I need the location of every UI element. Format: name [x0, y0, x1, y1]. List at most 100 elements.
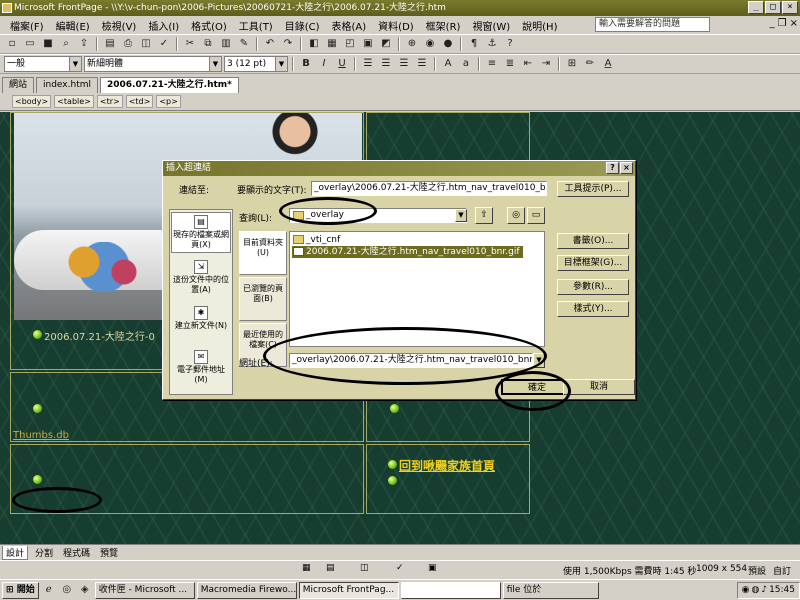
view-split[interactable]: 分割 [32, 546, 56, 559]
decrease-font-icon[interactable]: a [458, 56, 474, 72]
doc-restore-icon[interactable]: ❐ [778, 18, 787, 29]
taskbar-item-frontpage[interactable]: Microsoft FrontPag... [298, 581, 399, 599]
borders-icon[interactable]: ⊞ [564, 56, 580, 72]
cut-icon[interactable]: ✂ [182, 36, 198, 52]
desktop-quicklaunch-icon[interactable]: ◈ [77, 582, 93, 598]
save-icon[interactable]: ■ [40, 36, 56, 52]
menu-table[interactable]: 表格(A) [326, 18, 373, 33]
dialog-help-icon[interactable]: ? [606, 162, 619, 174]
web-component-icon[interactable]: ◧ [306, 36, 322, 52]
link-existing-file[interactable]: ▤ 現存的檔案或網頁(X) [171, 212, 231, 253]
tab-browsed-pages[interactable]: 已瀏覽的頁面(B) [239, 277, 287, 321]
tag-td[interactable]: <td> [125, 95, 154, 108]
cancel-button[interactable]: 取消 [563, 379, 635, 395]
menu-window[interactable]: 視窗(W) [466, 18, 516, 33]
tag-body[interactable]: <body> [12, 95, 52, 108]
menu-view[interactable]: 檢視(V) [96, 18, 143, 33]
ie-quicklaunch-icon[interactable]: ℯ [41, 582, 57, 598]
insert-table-icon[interactable]: ▦ [324, 36, 340, 52]
view-code[interactable]: 程式碼 [60, 546, 93, 559]
tab-index[interactable]: index.html [36, 77, 98, 93]
numbered-list-icon[interactable]: ≡ [484, 56, 500, 72]
increase-font-icon[interactable]: A [440, 56, 456, 72]
redo-icon[interactable]: ↷ [280, 36, 296, 52]
taskbar-item-blank[interactable] [400, 581, 501, 599]
menu-help[interactable]: 說明(H) [516, 18, 563, 33]
publish-icon[interactable]: ⇪ [76, 36, 92, 52]
tab-web-site[interactable]: 網站 [2, 77, 35, 93]
tray-icon[interactable]: ♪ [761, 585, 767, 595]
search-icon[interactable]: ⌕ [58, 36, 74, 52]
start-button[interactable]: ⊞ 開始 [2, 581, 39, 599]
font-size-select[interactable]: 3 (12 pt) ▼ [224, 56, 288, 72]
refresh-icon[interactable]: ◉ [422, 36, 438, 52]
tray-icon[interactable]: ◍ [751, 585, 759, 595]
undo-icon[interactable]: ↶ [262, 36, 278, 52]
increase-indent-icon[interactable]: ⇥ [538, 56, 554, 72]
list-item[interactable]: 2006.07.21-大陸之行.htm_nav_travel010_bnr.gi… [292, 246, 523, 258]
toggle-pane-icon[interactable]: ▤ [102, 36, 118, 52]
align-right-icon[interactable]: ☰ [396, 56, 412, 72]
outlook-quicklaunch-icon[interactable]: ◎ [59, 582, 75, 598]
style-button[interactable]: 樣式(Y)... [557, 301, 629, 317]
list-item[interactable]: _vti_cnf [292, 234, 340, 246]
insert-layer-icon[interactable]: ◰ [342, 36, 358, 52]
help-question-input[interactable]: 輸入需要解答的問題 [595, 17, 710, 32]
taskbar-item-outlook[interactable]: 收件匣 - Microsoft ... [94, 581, 195, 599]
up-folder-icon[interactable]: ⇧ [475, 207, 493, 224]
bullet-list-icon[interactable]: ≣ [502, 56, 518, 72]
spelling-icon[interactable]: ✓ [156, 36, 172, 52]
menu-data[interactable]: 資料(D) [372, 18, 420, 33]
style-select[interactable]: 一般 ▼ [4, 56, 82, 72]
help-icon[interactable]: ? [502, 36, 518, 52]
home-link[interactable]: 回到啾颺家族首頁 [399, 457, 495, 474]
bold-icon[interactable]: B [298, 56, 314, 72]
align-left-icon[interactable]: ☰ [360, 56, 376, 72]
font-color-icon[interactable]: A [600, 56, 616, 72]
menu-tools[interactable]: 工具(T) [233, 18, 279, 33]
browse-web-icon[interactable]: ◎ [507, 207, 525, 224]
menu-edit[interactable]: 編輯(E) [50, 18, 96, 33]
tray-icon[interactable]: ◉ [742, 585, 750, 595]
tab-current-page[interactable]: 2006.07.21-大陸之行.htm* [100, 77, 239, 93]
print-icon[interactable]: ⎙ [120, 36, 136, 52]
look-in-dropdown-icon[interactable]: ▼ [455, 209, 467, 222]
open-icon[interactable]: ▭ [22, 36, 38, 52]
doc-minimize-icon[interactable]: _ [770, 18, 775, 29]
new-page-icon[interactable]: ▫ [4, 36, 20, 52]
format-painter-icon[interactable]: ✎ [236, 36, 252, 52]
font-select[interactable]: 新細明體 ▼ [84, 56, 222, 72]
taskbar-item-fireworks[interactable]: Macromedia Firewo... [196, 581, 297, 599]
minimize-icon[interactable]: _ [748, 1, 764, 14]
stop-icon[interactable]: ● [440, 36, 456, 52]
menu-toc[interactable]: 目錄(C) [279, 18, 326, 33]
underline-icon[interactable]: U [334, 56, 350, 72]
target-frame-button[interactable]: 目標框架(G)... [557, 255, 629, 271]
justify-icon[interactable]: ☰ [414, 56, 430, 72]
link-place-in-document[interactable]: ⇲ 這份文件中的位置(A) [171, 260, 231, 295]
tab-current-folder[interactable]: 目前資料夾(U) [239, 231, 287, 275]
browse-file-icon[interactable]: ▭ [527, 207, 545, 224]
link-new-document[interactable]: ✱ 建立新文件(N) [171, 306, 231, 331]
hyperlink-icon[interactable]: ⊕ [404, 36, 420, 52]
paste-icon[interactable]: ▥ [218, 36, 234, 52]
dialog-close-icon[interactable]: × [620, 162, 633, 174]
align-center-icon[interactable]: ☰ [378, 56, 394, 72]
thumbs-link[interactable]: Thumbs.db [13, 430, 69, 441]
tag-p[interactable]: <p> [156, 95, 181, 108]
link-email-address[interactable]: ✉ 電子郵件地址(M) [171, 350, 231, 385]
screen-tip-button[interactable]: 工具提示(P)... [557, 181, 629, 197]
preview-icon[interactable]: ◫ [138, 36, 154, 52]
italic-icon[interactable]: I [316, 56, 332, 72]
insert-picture-icon[interactable]: ▣ [360, 36, 376, 52]
parameters-button[interactable]: 參數(R)... [557, 279, 629, 295]
view-design[interactable]: 設計 [2, 545, 29, 560]
photo-caption[interactable]: 2006.07.21-大陸之行-0 [44, 328, 155, 343]
tag-tr[interactable]: <tr> [96, 95, 123, 108]
view-preview[interactable]: 預覽 [97, 546, 121, 559]
maximize-icon[interactable]: □ [765, 1, 781, 14]
menu-frames[interactable]: 框架(R) [420, 18, 467, 33]
highlight-icon[interactable]: ✏ [582, 56, 598, 72]
copy-icon[interactable]: ⧉ [200, 36, 216, 52]
text-to-display-input[interactable]: _overlay\2006.07.21-大陸之行.htm_nav_travel0… [311, 181, 547, 196]
